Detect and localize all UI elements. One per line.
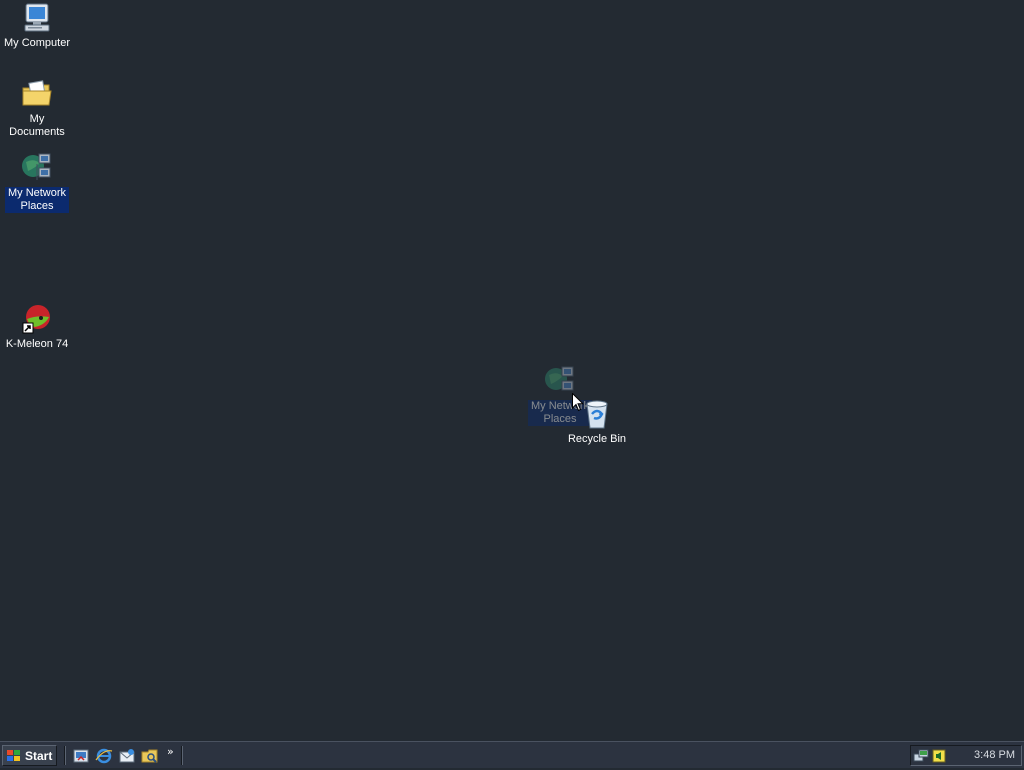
my-documents-icon	[21, 78, 53, 110]
windows-flag-icon	[7, 749, 20, 761]
volume-icon[interactable]	[931, 748, 947, 764]
start-button[interactable]: Start	[2, 745, 57, 766]
clock[interactable]: 3:48 PM	[974, 749, 1015, 761]
my-computer-icon	[21, 2, 53, 34]
desktop[interactable]: My Computer My Documents My Network Plac…	[0, 0, 1024, 741]
taskbar-separator	[181, 746, 183, 765]
system-tray: 3:48 PM	[910, 745, 1022, 766]
desktop-icon-label: My Network Places	[5, 187, 69, 213]
desktop-icon-label: My Documents	[9, 113, 65, 138]
network-icon[interactable]	[913, 748, 929, 764]
taskbar: Start » 3:48 PM	[0, 741, 1024, 768]
outlook-express-icon[interactable]	[118, 747, 136, 765]
windows-explorer-icon[interactable]	[141, 747, 159, 765]
desktop-icon-label: K-Meleon 74	[5, 338, 69, 350]
show-desktop-icon[interactable]	[72, 747, 90, 765]
mouse-cursor-icon	[572, 393, 584, 412]
recycle-bin-icon	[581, 398, 613, 430]
internet-explorer-icon[interactable]	[95, 747, 113, 765]
taskbar-separator	[64, 746, 66, 765]
desktop-icon-k-meleon[interactable]: K-Meleon 74	[0, 303, 74, 351]
start-label: Start	[25, 748, 53, 763]
desktop-icon-label: My Computer	[3, 37, 71, 49]
quick-launch-overflow-button[interactable]: »	[167, 745, 174, 758]
desktop-icon-my-network-places[interactable]: My Network Places	[0, 152, 74, 213]
desktop-icon-my-computer[interactable]: My Computer	[0, 2, 74, 50]
k-meleon-icon	[21, 303, 53, 335]
desktop-icon-label: Recycle Bin	[567, 433, 627, 445]
desktop-icon-my-documents[interactable]: My Documents	[0, 78, 74, 139]
my-network-places-icon	[21, 152, 53, 184]
